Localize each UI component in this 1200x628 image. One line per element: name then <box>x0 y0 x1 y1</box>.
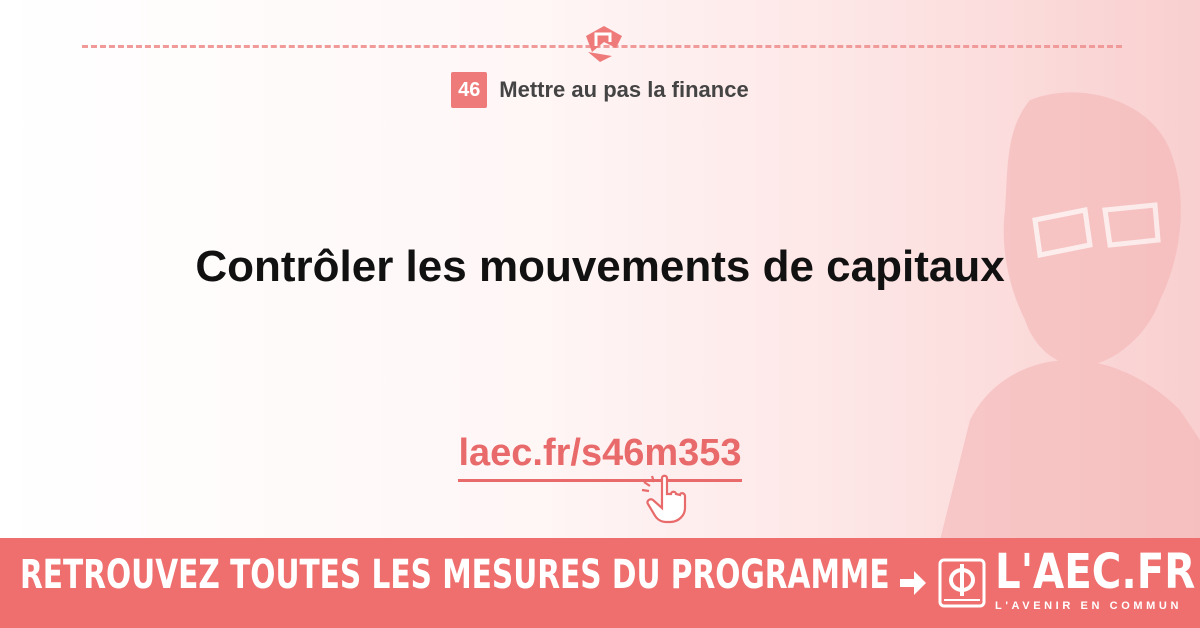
arrow-right-icon <box>900 571 926 595</box>
banner-cta-text: RETROUVEZ TOUTES LES MESURES DU PROGRAMM… <box>20 552 890 598</box>
bottom-banner[interactable]: RETROUVEZ TOUTES LES MESURES DU PROGRAMM… <box>0 538 1200 628</box>
chapter-title: Mettre au pas la finance <box>499 77 749 102</box>
measure-link[interactable]: laec.fr/s46m353 <box>458 432 742 482</box>
logo-wordmark: L'AEC.FR <box>995 544 1196 600</box>
handshake-icon <box>586 26 622 62</box>
link-container: laec.fr/s46m353 <box>0 432 1200 482</box>
chapter-number-badge: 46 <box>451 72 488 108</box>
pointer-hand-icon <box>641 474 687 524</box>
phi-book-icon <box>938 558 986 608</box>
chapter-header: 46 Mettre au pas la finance <box>0 72 1200 108</box>
measure-headline: Contrôler les mouvements de capitaux <box>195 242 1005 291</box>
logo-subtitle: L'AVENIR EN COMMUN <box>995 600 1182 612</box>
